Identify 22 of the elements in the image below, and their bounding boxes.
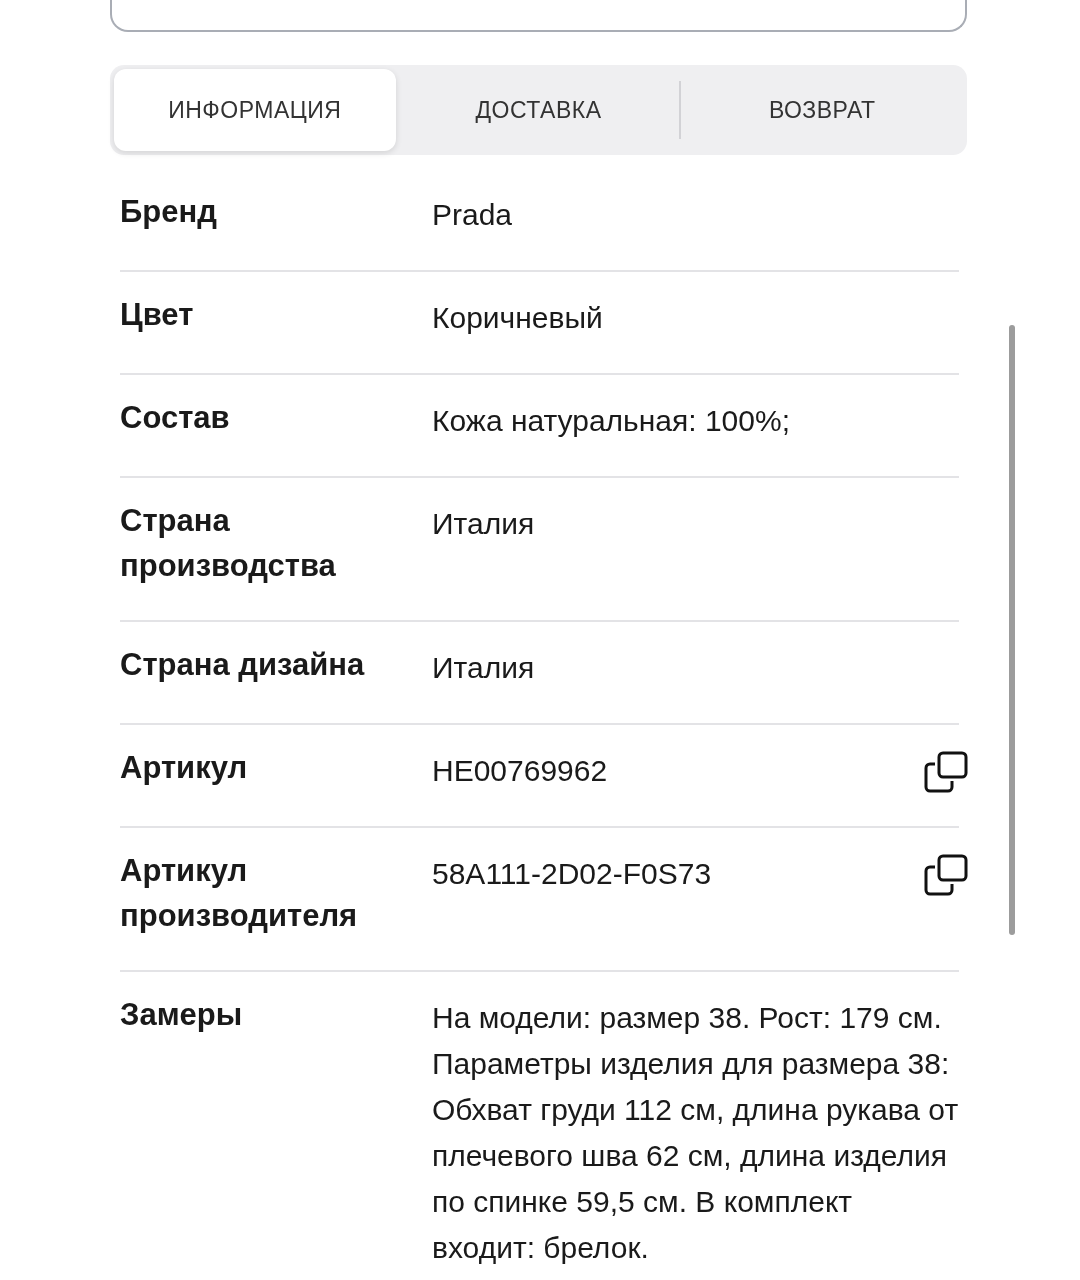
detail-label: Состав xyxy=(120,399,231,437)
detail-label: Артикул производителя xyxy=(120,852,359,935)
detail-value: 58A111-2D02-F0S73 xyxy=(432,856,713,892)
scrollbar[interactable] xyxy=(1009,325,1015,935)
detail-label: Страна производства xyxy=(120,502,337,585)
copy-icon[interactable] xyxy=(924,751,968,793)
detail-label: Цвет xyxy=(120,296,195,334)
tab[interactable]: ИНФОРМАЦИЯ xyxy=(114,69,396,151)
detail-label: Страна дизайна xyxy=(120,646,366,684)
detail-value: Италия xyxy=(432,650,536,686)
detail-value: Италия xyxy=(432,506,536,542)
detail-label: Бренд xyxy=(120,193,218,231)
detail-label: Замеры xyxy=(120,996,244,1034)
detail-label: Артикул xyxy=(120,749,249,787)
detail-value: Prada xyxy=(432,197,514,233)
detail-value: Коричневый xyxy=(432,300,604,336)
copy-icon[interactable] xyxy=(924,854,968,896)
tab[interactable]: ВОЗВРАТ xyxy=(681,69,963,151)
tab[interactable]: ДОСТАВКА xyxy=(397,69,680,151)
detail-value: На модели: размер 38. Рост: 179 см. Параметры изделия для размера 38: Обхват груди 112 см, длина рукава от плечевого шва 62 см, длина изделия по спинке 59,5 см. В комплект входит: брелок. xyxy=(432,1000,959,1266)
detail-value: Кожа натуральная: 100%; xyxy=(432,403,791,439)
detail-value: HE00769962 xyxy=(432,753,609,789)
